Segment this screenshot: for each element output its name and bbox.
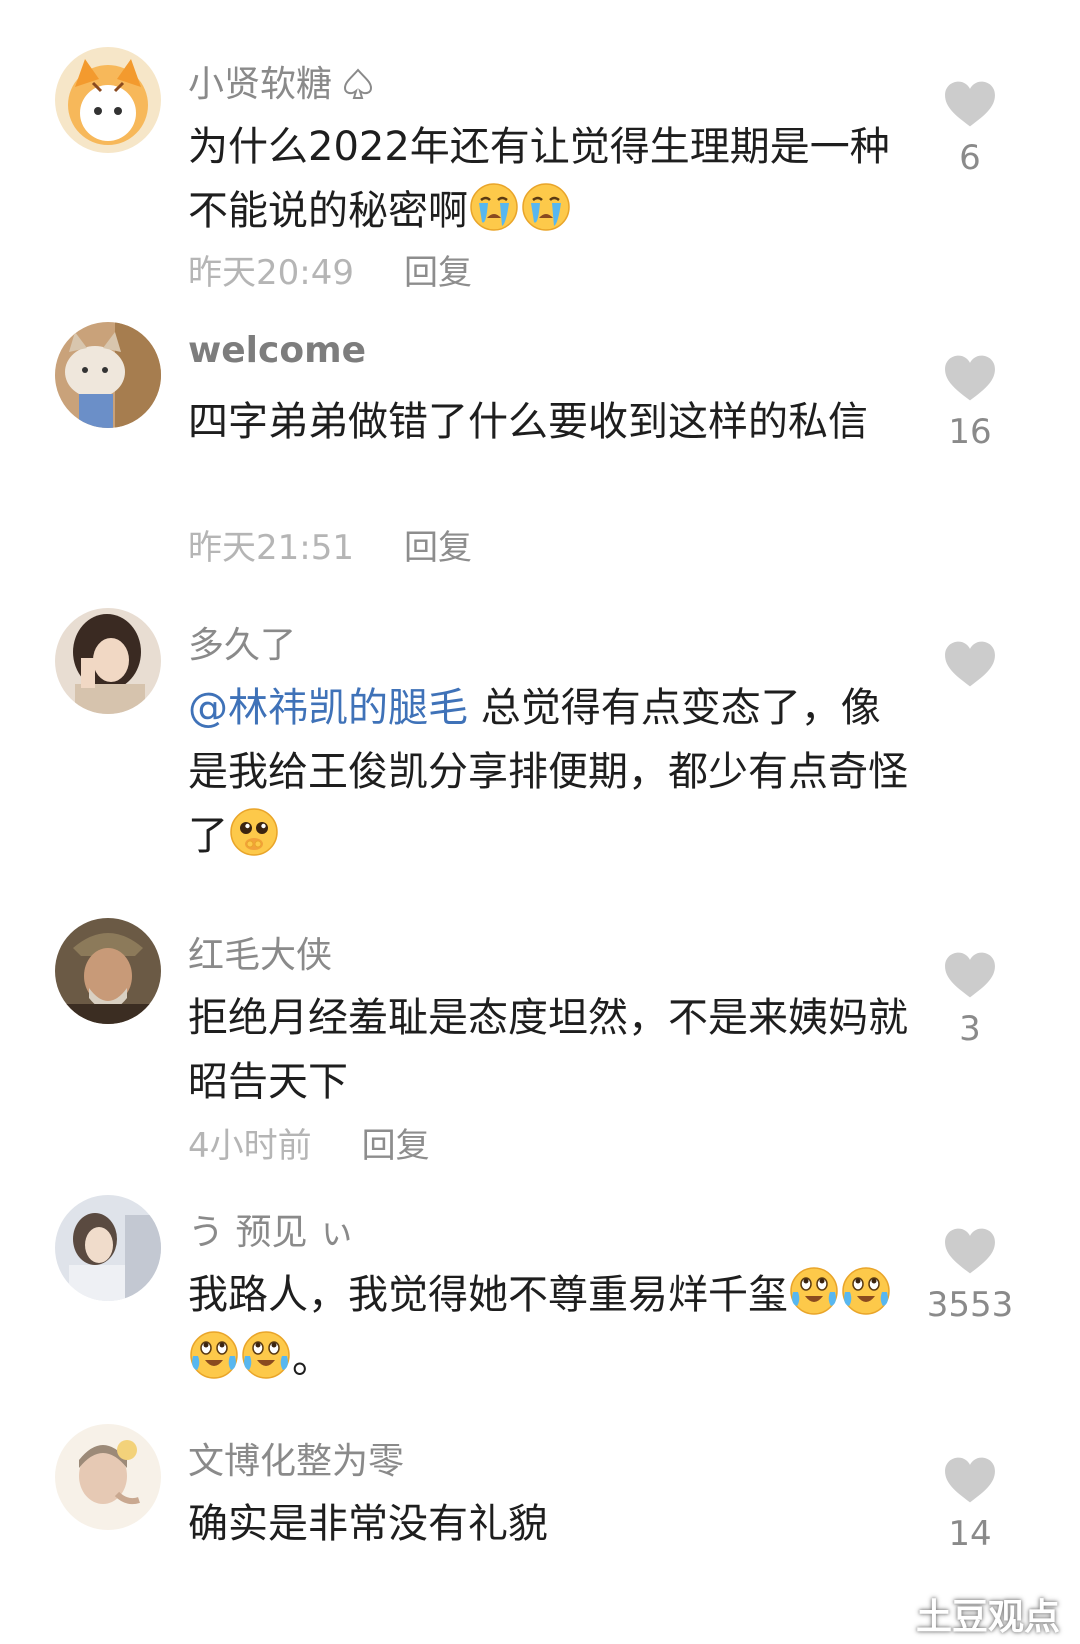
reply-button[interactable]: 回复 (362, 1126, 430, 1166)
reply-button[interactable]: 回复 (404, 253, 472, 293)
crying-face-emoji (521, 182, 571, 232)
like-count: 16 (948, 412, 992, 452)
heart-icon (944, 1456, 996, 1504)
heart-icon (944, 1227, 996, 1275)
like-button[interactable]: 16 (915, 354, 1025, 452)
like-button[interactable]: 3 (915, 951, 1025, 1049)
username[interactable]: welcome (188, 330, 366, 371)
like-count: 6 (959, 138, 981, 178)
watermark: 土豆观点 (915, 1597, 1060, 1638)
like-count: 3 (959, 1009, 981, 1049)
like-button[interactable]: 14 (915, 1456, 1025, 1554)
tearful-upward-face-emoji (241, 1330, 291, 1380)
comment-text: 四字弟弟做错了什么要收到这样的私信 (188, 399, 868, 445)
reply-button[interactable]: 回复 (404, 528, 472, 568)
like-button[interactable] (915, 640, 1025, 698)
avatar[interactable] (55, 918, 161, 1024)
username[interactable]: 红毛大侠 (188, 926, 332, 978)
comment-meta: 昨天21:51 回复 (188, 520, 472, 569)
timestamp: 4小时前 (188, 1126, 312, 1166)
tearful-upward-face-emoji (189, 1330, 239, 1380)
comment-text: 拒绝月经羞耻是态度坦然，不是来姨妈就昭告天下 (188, 995, 908, 1105)
avatar[interactable] (55, 1195, 161, 1301)
heart-icon (944, 354, 996, 402)
username[interactable]: 小贤软糖 (188, 55, 373, 107)
comment-meta: 4小时前 回复 (188, 1118, 430, 1167)
heart-icon (944, 80, 996, 128)
avatar[interactable] (55, 608, 161, 714)
mention-link[interactable]: @林祎凯的腿毛 (188, 685, 468, 731)
username[interactable]: う 预见 ぃ (188, 1203, 355, 1255)
comment-meta: 昨天20:49 回复 (188, 245, 472, 294)
comment-text: @林祎凯的腿毛 总觉得有点变态了，像是我给王俊凯分享排便期，都少有点奇怪了 (188, 685, 908, 859)
avatar[interactable] (55, 1424, 161, 1530)
username[interactable]: 文博化整为零 (188, 1432, 404, 1484)
comment-text: 我路人，我觉得她不尊重易烊千玺。 (188, 1263, 908, 1391)
like-count: 14 (948, 1514, 992, 1554)
heart-icon (944, 640, 996, 688)
username[interactable]: 多久了 (188, 616, 296, 668)
like-count: 3553 (926, 1285, 1014, 1325)
spade-icon (344, 68, 373, 99)
comment-text: 为什么2022年还有让觉得生理期是一种不能说的秘密啊 (188, 124, 890, 234)
crying-face-emoji (469, 182, 519, 232)
tearful-upward-face-emoji (841, 1266, 891, 1316)
like-button[interactable]: 6 (915, 80, 1025, 178)
pleading-face-emoji (229, 807, 279, 857)
comment-text: 确实是非常没有礼貌 (188, 1501, 548, 1547)
heart-icon (944, 951, 996, 999)
like-button[interactable]: 3553 (915, 1227, 1025, 1325)
timestamp: 昨天21:51 (188, 528, 354, 568)
avatar[interactable] (55, 47, 161, 153)
avatar[interactable] (55, 322, 161, 428)
tearful-upward-face-emoji (789, 1266, 839, 1316)
timestamp: 昨天20:49 (188, 253, 354, 293)
